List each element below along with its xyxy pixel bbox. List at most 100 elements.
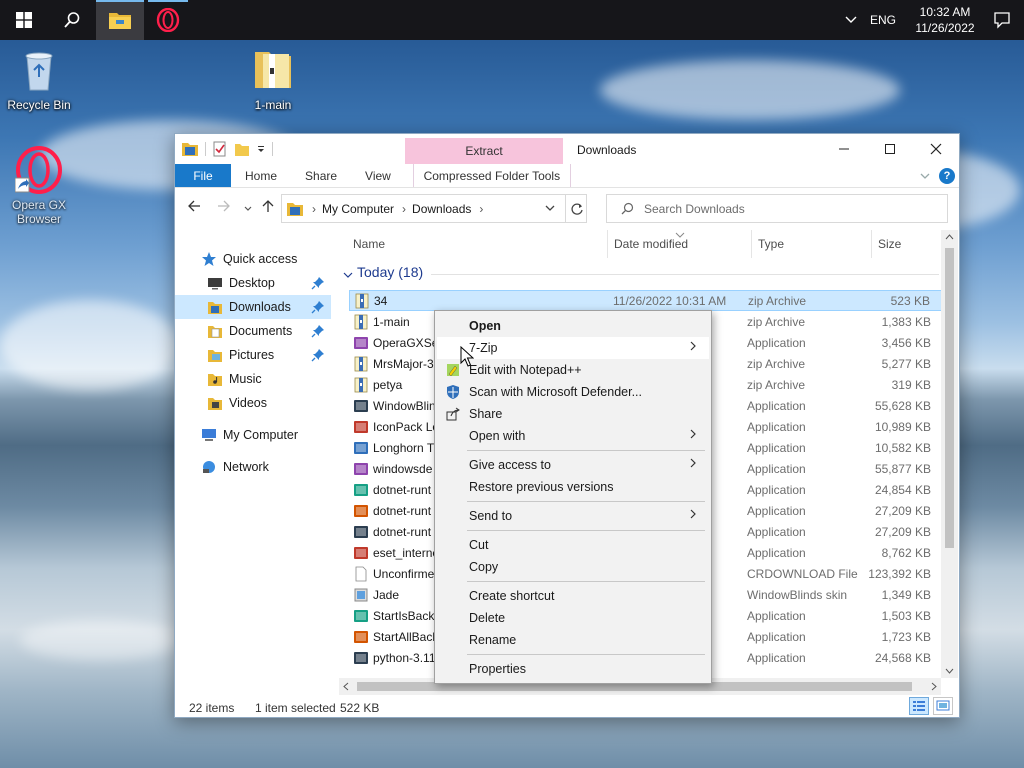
desktop-icon-opera-gx[interactable]: Opera GX Browser (1, 146, 77, 226)
status-item-count: 22 items (189, 701, 235, 715)
zip-archive-icon (353, 356, 369, 372)
breadcrumb-my-computer[interactable]: My Computer (322, 202, 394, 216)
ribbon-tabs: File Home Share View Compressed Folder T… (175, 164, 959, 188)
nav-item-quick-access[interactable]: Quick access (175, 247, 331, 271)
address-history-button[interactable] (544, 202, 556, 217)
back-button[interactable] (187, 199, 201, 217)
file-size: 55,877 KB (874, 461, 931, 476)
tab-share[interactable]: Share (291, 164, 351, 187)
videos-folder-icon (208, 398, 222, 410)
scroll-up-icon[interactable] (945, 234, 954, 240)
breadcrumb-downloads[interactable]: Downloads (412, 202, 471, 216)
maximize-button[interactable] (867, 134, 913, 164)
scroll-down-icon[interactable] (945, 668, 954, 674)
file-size: 27,209 KB (874, 503, 931, 518)
menu-item-7-zip[interactable]: 7-Zip (437, 337, 709, 359)
menu-item-share[interactable]: Share (437, 403, 709, 425)
file-type: zip Archive (748, 293, 807, 308)
pin-icon[interactable] (311, 324, 325, 338)
desktop-icon-1-main[interactable]: 1-main (235, 46, 311, 112)
nav-item-network[interactable]: Network (175, 455, 331, 479)
file-row[interactable]: 34 11/26/2022 10:31 AM zip Archive 523 KB (349, 290, 943, 311)
menu-item-send-to[interactable]: Send to (437, 505, 709, 527)
file-type: zip Archive (747, 356, 806, 371)
close-button[interactable] (913, 134, 959, 164)
tab-file[interactable]: File (175, 164, 231, 187)
search-icon (621, 202, 634, 215)
large-icons-view-icon (936, 700, 950, 711)
column-header-type[interactable]: Type (758, 230, 784, 258)
recent-locations-button[interactable] (243, 201, 253, 218)
vertical-scroll-thumb[interactable] (945, 248, 954, 548)
forward-button[interactable] (217, 199, 231, 217)
minimize-button[interactable] (821, 134, 867, 164)
up-button[interactable] (261, 199, 275, 217)
submenu-arrow-icon (689, 340, 697, 355)
title-bar[interactable]: Extract Downloads (175, 134, 959, 164)
language-indicator[interactable]: ENG (870, 13, 896, 27)
nav-item-my-computer[interactable]: My Computer (175, 423, 331, 447)
show-hidden-icons-chevron[interactable] (844, 13, 858, 27)
pin-icon[interactable] (311, 276, 325, 290)
file-size: 1,383 KB (881, 314, 931, 329)
menu-item-restore-previous-versions[interactable]: Restore previous versions (437, 476, 709, 498)
expand-ribbon-chevron-icon[interactable] (919, 171, 931, 181)
start-button[interactable] (0, 0, 48, 40)
menu-item-copy[interactable]: Copy (437, 556, 709, 578)
tab-home[interactable]: Home (231, 164, 291, 187)
menu-item-rename[interactable]: Rename (437, 629, 709, 651)
file-size: 123,392 KB (868, 566, 931, 581)
scroll-right-icon[interactable] (931, 682, 937, 691)
file-explorer-taskbar-button[interactable] (96, 0, 144, 40)
breadcrumb-separator[interactable]: › (312, 202, 316, 216)
large-icons-view-button[interactable] (933, 697, 953, 715)
address-bar[interactable]: › My Computer › Downloads › (281, 194, 587, 223)
pin-icon[interactable] (311, 300, 325, 314)
menu-item-give-access-to[interactable]: Give access to (437, 454, 709, 476)
column-header-name[interactable]: Name (353, 230, 385, 258)
search-button[interactable] (48, 0, 96, 40)
nav-item-pictures[interactable]: Pictures (175, 343, 331, 367)
context-menu: Open 7-Zip Edit with Notepad++ Scan with Mi… (434, 310, 712, 684)
opera-gx-taskbar-button[interactable] (144, 0, 192, 40)
group-collapse-chevron-icon[interactable] (343, 271, 353, 279)
group-header-today[interactable]: Today (18) (357, 264, 423, 280)
menu-item-edit-with-notepad[interactable]: Edit with Notepad++ (437, 359, 709, 381)
breadcrumb-separator[interactable]: › (479, 202, 483, 216)
scroll-left-icon[interactable] (343, 682, 349, 691)
menu-item-properties[interactable]: Properties (437, 658, 709, 680)
nav-item-videos[interactable]: Videos (175, 391, 331, 415)
vertical-scrollbar[interactable] (941, 230, 958, 678)
action-center-button[interactable] (980, 11, 1024, 29)
pin-icon[interactable] (311, 348, 325, 362)
file-name: WindowBlin (373, 398, 436, 413)
file-name: StartIsBackP (373, 608, 443, 623)
menu-item-delete[interactable]: Delete (437, 607, 709, 629)
new-folder-icon[interactable] (234, 141, 250, 157)
folder-small-icon[interactable] (181, 140, 199, 158)
customize-dropdown-icon[interactable] (256, 144, 266, 154)
tab-view[interactable]: View (351, 164, 405, 187)
help-icon[interactable]: ? (939, 168, 955, 184)
column-header-size[interactable]: Size (878, 230, 901, 258)
status-selection-size: 522 KB (340, 701, 380, 715)
properties-check-icon[interactable] (212, 141, 228, 157)
system-clock[interactable]: 10:32 AM 11/26/2022 (910, 4, 980, 36)
menu-item-open[interactable]: Open (437, 315, 709, 337)
nav-item-desktop[interactable]: Desktop (175, 271, 331, 295)
details-view-button[interactable] (909, 697, 929, 715)
menu-item-label: Restore previous versions (469, 480, 614, 494)
menu-item-scan-with-microsoft-defender[interactable]: Scan with Microsoft Defender... (437, 381, 709, 403)
file-size: 10,582 KB (874, 440, 931, 455)
breadcrumb-separator[interactable]: › (402, 202, 406, 216)
tab-compressed-folder-tools[interactable]: Compressed Folder Tools (412, 164, 571, 187)
search-box[interactable]: Search Downloads (606, 194, 948, 223)
menu-item-cut[interactable]: Cut (437, 534, 709, 556)
desktop-icon-recycle-bin[interactable]: Recycle Bin (1, 46, 77, 112)
menu-item-create-shortcut[interactable]: Create shortcut (437, 585, 709, 607)
nav-item-music[interactable]: Music (175, 367, 331, 391)
nav-item-downloads[interactable]: Downloads (175, 295, 331, 319)
refresh-button[interactable] (565, 194, 587, 223)
nav-item-documents[interactable]: Documents (175, 319, 331, 343)
menu-item-open-with[interactable]: Open with (437, 425, 709, 447)
